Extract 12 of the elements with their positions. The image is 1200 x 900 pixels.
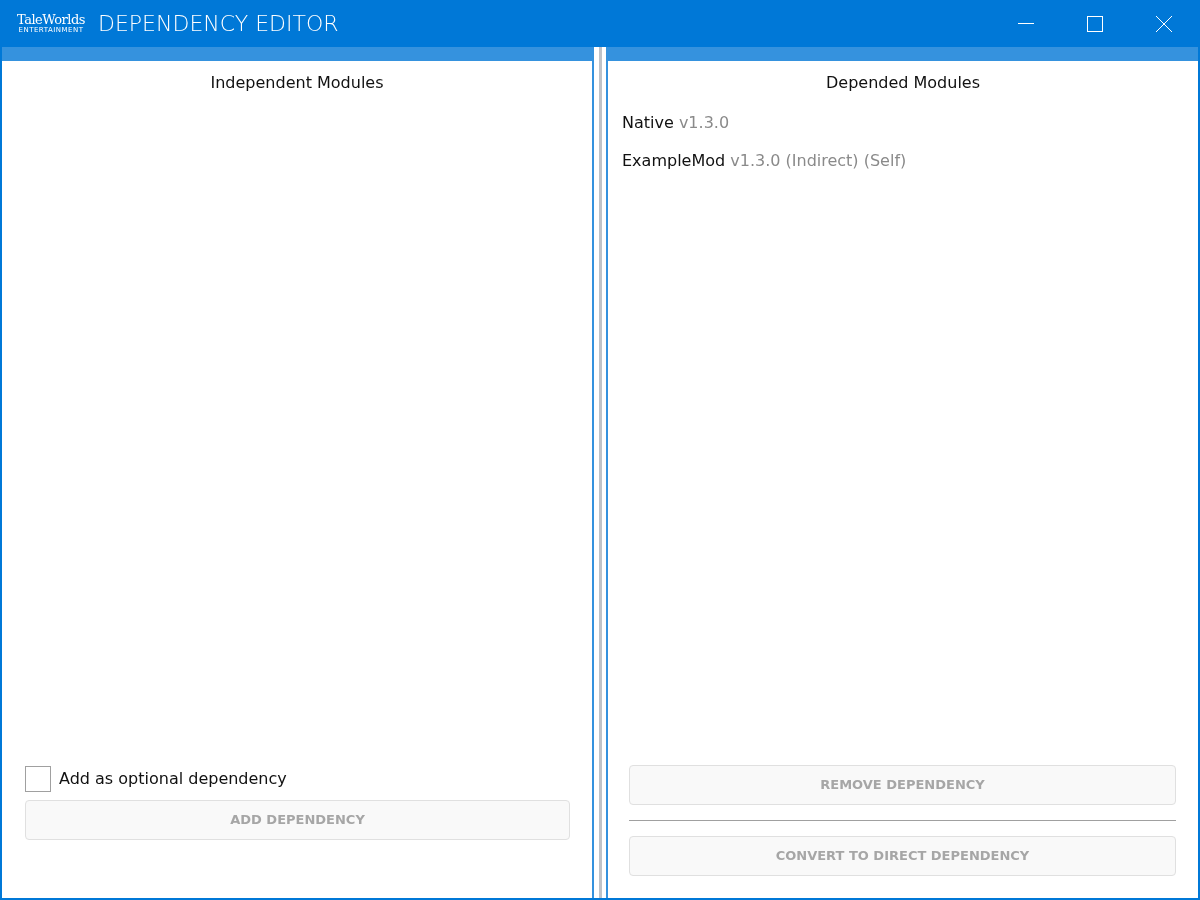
splitter[interactable] [592,47,608,898]
panel-title: Independent Modules [209,72,385,94]
checkbox[interactable] [25,766,51,792]
maximize-icon [1086,15,1103,32]
logo-text: TaleWorlds [17,13,85,26]
window-title: DEPENDENCY EDITOR [98,10,339,38]
close-icon [1155,15,1172,32]
panel-title: Depended Modules [824,72,982,94]
module-item[interactable]: ExampleMod v1.3.0 (Indirect) (Self) [608,149,1198,173]
module-item[interactable]: Native v1.3.0 [608,111,1198,135]
minimize-icon [1017,22,1034,25]
checkbox-label: Add as optional dependency [59,768,287,790]
